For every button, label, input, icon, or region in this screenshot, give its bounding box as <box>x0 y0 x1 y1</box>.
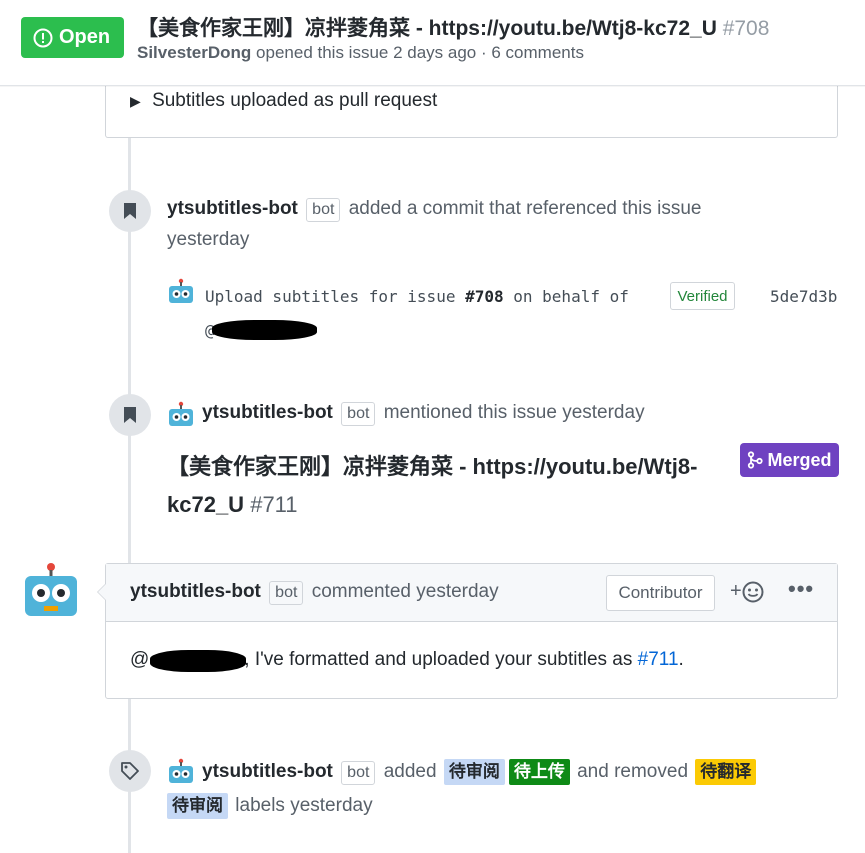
mention-event-text: ytsubtitles-bot bot mentioned this issue… <box>202 402 645 426</box>
commit-event-text: ytsubtitles-bot bot added a commit that … <box>167 198 701 222</box>
comment-author-line: ytsubtitles-bot bot commented yesterday <box>130 581 499 605</box>
redacted-username <box>212 320 317 340</box>
contributor-badge: Contributor <box>606 575 715 611</box>
issue-state-badge: Open <box>21 17 124 58</box>
label-pending-translation[interactable]: 待翻译 <box>695 759 757 785</box>
comment-header: ytsubtitles-bot bot commented yesterday … <box>106 564 837 622</box>
tag-badge <box>109 750 151 792</box>
add-reaction-button[interactable]: + <box>730 580 764 603</box>
bot-avatar-small[interactable] <box>167 401 195 434</box>
bot-avatar-small[interactable] <box>167 278 195 311</box>
issue-title[interactable]: 【美食作家王刚】凉拌菱角菜 - https://youtu.be/Wtj8-kc… <box>137 12 769 42</box>
comment-box: ytsubtitles-bot bot commented yesterday … <box>105 563 838 699</box>
verified-badge[interactable]: Verified <box>670 282 735 310</box>
bot-avatar-small[interactable] <box>167 758 195 791</box>
commit-event-time[interactable]: yesterday <box>167 229 249 251</box>
actor-link[interactable]: ytsubtitles-bot <box>167 198 298 219</box>
commit-message[interactable]: Upload subtitles for issue #708 on behal… <box>205 287 629 306</box>
labels-event-text: ytsubtitles-bot bot added 待审阅 待上传 and rem… <box>202 759 758 785</box>
triangle-right-icon: ▶ <box>130 93 141 109</box>
bot-tag: bot <box>269 581 304 605</box>
label-pending-review[interactable]: 待审阅 <box>167 793 228 819</box>
details-summary[interactable]: ▶ Subtitles uploaded as pull request <box>130 90 437 112</box>
actor-link[interactable]: ytsubtitles-bot <box>202 402 333 423</box>
bot-tag: bot <box>341 761 376 785</box>
sticky-issue-header: Open 【美食作家王刚】凉拌菱角菜 - https://youtu.be/Wt… <box>0 0 865 86</box>
label-pending-review[interactable]: 待审阅 <box>443 759 505 785</box>
bookmark-icon <box>124 407 136 423</box>
bookmark-badge <box>109 394 151 436</box>
pr-link[interactable]: #711 <box>638 649 679 670</box>
robot-icon <box>169 401 193 426</box>
comment-time[interactable]: commented yesterday <box>312 581 499 602</box>
plus-icon: + <box>730 580 742 602</box>
kebab-menu-icon[interactable]: ••• <box>788 576 814 602</box>
bot-avatar-large[interactable] <box>23 562 79 623</box>
actor-link[interactable]: ytsubtitles-bot <box>130 581 261 602</box>
tag-icon <box>121 762 139 780</box>
smiley-icon <box>742 581 764 602</box>
referenced-pr-title[interactable]: 【美食作家王刚】凉拌菱角菜 - https://youtu.be/Wtj8-kc… <box>167 448 727 524</box>
issue-author-link[interactable]: SilvesterDong <box>137 43 251 62</box>
merged-badge: Merged <box>740 443 839 477</box>
issue-opened-icon <box>33 28 53 47</box>
issue-meta: SilvesterDong opened this issue 2 days a… <box>137 43 584 62</box>
bot-tag: bot <box>341 402 376 426</box>
redacted-username <box>150 650 246 672</box>
bookmark-badge <box>109 190 151 232</box>
pr-summary-card: ▶ Subtitles uploaded as pull request <box>105 86 838 138</box>
robot-icon <box>25 563 77 616</box>
robot-icon <box>169 278 193 303</box>
bookmark-icon <box>124 203 136 219</box>
labels-event-text-line2: 待审阅 labels yesterday <box>165 793 373 819</box>
bot-tag: bot <box>306 198 341 222</box>
comment-pointer-fill <box>98 584 106 600</box>
git-merge-icon <box>748 451 764 469</box>
label-pending-upload[interactable]: 待上传 <box>508 759 570 785</box>
actor-link[interactable]: ytsubtitles-bot <box>202 761 333 782</box>
commit-sha-link[interactable]: 5de7d3b <box>770 287 837 306</box>
robot-icon <box>169 758 193 783</box>
